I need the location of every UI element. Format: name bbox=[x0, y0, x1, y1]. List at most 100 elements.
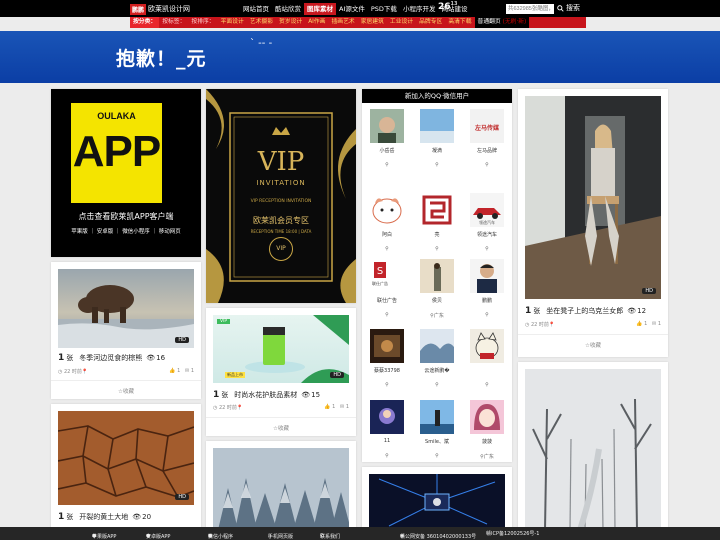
location-pin-icon: ⚲ bbox=[485, 312, 489, 318]
location-pin-icon: ⚲ bbox=[385, 453, 389, 459]
app-platform-links[interactable]: 苹果版 ｜ 安卓版 ｜ 微信小程序 ｜ 移动网页 bbox=[51, 227, 201, 235]
collect-button[interactable]: ☆收藏 bbox=[206, 417, 356, 432]
avatar bbox=[370, 329, 404, 363]
filter-by-sort[interactable]: 按排序： bbox=[188, 17, 217, 28]
nav-home[interactable]: 网站首页 bbox=[240, 3, 272, 15]
image-winter-trees[interactable] bbox=[525, 369, 661, 530]
image-chip[interactable] bbox=[369, 474, 505, 530]
nav-ai-files[interactable]: AI源文件 bbox=[336, 3, 368, 15]
comments-count: 1 bbox=[190, 368, 194, 374]
avatar bbox=[420, 193, 454, 227]
category-new-year[interactable]: 贺岁设计 bbox=[276, 17, 305, 28]
category-graphic-design[interactable]: 平面设计 bbox=[218, 17, 247, 28]
vip-invitation: INVITATION bbox=[256, 179, 306, 187]
category-architecture[interactable]: 家居建筑 bbox=[358, 17, 387, 28]
vip-word: VIP bbox=[257, 147, 305, 177]
avatar bbox=[420, 329, 454, 363]
user-item[interactable]: 凝滴 ⚲ bbox=[412, 106, 462, 190]
card-title[interactable]: 冬季河边觅食的棕熊 bbox=[79, 353, 142, 363]
location-text: 广东 bbox=[483, 454, 494, 460]
footer-ios-label: 苹果版APP bbox=[92, 534, 117, 540]
user-name: 凝滴 bbox=[431, 148, 442, 154]
logo-mark: 鹏鹏 bbox=[130, 3, 147, 15]
image-card-chip[interactable] bbox=[362, 467, 512, 530]
vip-background bbox=[206, 89, 356, 303]
view-count: 12 bbox=[637, 307, 647, 315]
image-card-earth[interactable]: HD 1张 开裂的黄土大地 👁 20 bbox=[51, 404, 201, 530]
image-card-bear[interactable]: HD 1 张 冬季河边觅食的棕熊 👁 16 ◷ 22 时前📍 👍 1 ✉ 1 ☆收藏 bbox=[51, 262, 201, 399]
eye-icon: 👁 bbox=[627, 307, 637, 315]
filter-by-tag[interactable]: 按标签： bbox=[159, 17, 188, 28]
card-title[interactable]: 开裂的黄土大地 bbox=[79, 512, 128, 522]
category-hd-download[interactable]: 高清下载 bbox=[445, 17, 474, 28]
category-industrial[interactable]: 工业设计 bbox=[387, 17, 416, 28]
search-input[interactable] bbox=[506, 4, 554, 14]
post-time: ◷ 22 时前📍 bbox=[525, 322, 556, 328]
image-earth[interactable]: HD bbox=[58, 411, 194, 505]
nav-gallery[interactable]: 图库素材 bbox=[304, 3, 336, 15]
location-pin-icon: ⚲ bbox=[485, 246, 489, 252]
image-bear[interactable]: HD bbox=[58, 269, 194, 348]
card-title[interactable]: 坐在凳子上的乌克兰女郎 bbox=[546, 306, 623, 316]
location-pin-icon: ⚲ bbox=[385, 382, 389, 388]
site-logo[interactable]: 鹏鹏 欧莱凯设计网 bbox=[130, 3, 191, 15]
user-name: 11 bbox=[383, 438, 391, 444]
search-button[interactable]: 搜索 bbox=[557, 3, 580, 13]
category-illustration[interactable]: 插画艺术 bbox=[329, 17, 358, 28]
nav-psd[interactable]: PSD下载 bbox=[368, 3, 400, 15]
count-unit: 张 bbox=[66, 354, 74, 362]
category-ai-art[interactable]: AI作画 bbox=[305, 17, 328, 28]
woman-photo bbox=[525, 96, 661, 299]
user-name: 左马品牌 bbox=[476, 148, 497, 154]
nav-sites[interactable]: 酷站欣赏 bbox=[272, 3, 304, 15]
search-icon bbox=[557, 4, 564, 12]
user-item[interactable]: 小岳岳 ⚲ bbox=[362, 106, 412, 190]
vip-card[interactable]: VIP INVITATION VIP RECEPTION INVITATION … bbox=[206, 89, 356, 303]
avatar-photo bbox=[420, 329, 454, 363]
user-name: 鹏鹏 bbox=[481, 298, 492, 304]
location-pin-icon: ⚲ bbox=[435, 246, 439, 252]
image-card-woman[interactable]: HD 1张 坐在凳子上的乌克兰女郎 👁 12 ◷ 22 时前📍 👍 1 ✉ 1 ☆… bbox=[518, 89, 668, 357]
avatar bbox=[370, 109, 404, 143]
image-forest[interactable] bbox=[213, 448, 349, 530]
image-woman[interactable]: HD bbox=[525, 96, 661, 299]
pagination-mode[interactable]: 普通翻页 (无刷·新) bbox=[474, 17, 530, 28]
user-name: Smile、斌 bbox=[425, 439, 449, 445]
image-count: 1 bbox=[213, 390, 220, 400]
date-counter: 2613 bbox=[438, 1, 458, 12]
app-promo-card[interactable]: OULAKA APP 点击查看欧莱凯APP客户端 苹果版 ｜ 安卓版 ｜ 微信小… bbox=[51, 89, 201, 257]
avatar-photo bbox=[370, 400, 404, 434]
view-count: 16 bbox=[156, 354, 166, 362]
avatar-photo bbox=[370, 329, 404, 363]
avatar-photo bbox=[420, 400, 454, 434]
time-text: 22 时前 bbox=[530, 322, 549, 328]
image-skincare[interactable]: VIP 新品上市 HD bbox=[213, 315, 349, 383]
winter-photo bbox=[525, 369, 661, 530]
avatar-photo bbox=[470, 259, 504, 293]
user-name: 菠菠 bbox=[481, 439, 492, 445]
image-card-winter-trees[interactable] bbox=[518, 362, 668, 530]
filter-by-category[interactable]: 按分类： bbox=[130, 17, 160, 28]
nav-miniprogram[interactable]: 小程序开发 bbox=[400, 3, 439, 15]
avatar bbox=[370, 400, 404, 434]
user-item[interactable]: 左马传媒 左马品牌 ⚲ bbox=[462, 106, 512, 190]
collect-button[interactable]: ☆收藏 bbox=[51, 380, 201, 395]
banner: 抱歉！_元 ` -- - bbox=[0, 31, 720, 83]
footer-icp[interactable]: 赣ICP备12002526号-1 bbox=[486, 530, 539, 537]
category-brand[interactable]: 品牌专区 bbox=[416, 17, 445, 28]
card-title[interactable]: 时尚水花护肤品素材 bbox=[234, 390, 297, 400]
image-card-forest[interactable] bbox=[206, 441, 356, 530]
avatar-seal bbox=[422, 195, 452, 225]
footer-wechat-label: 微信小程序 bbox=[208, 534, 234, 540]
card-meta: ◷ 22 时前📍 👍 1 ✉ 1 bbox=[58, 368, 194, 376]
avatar bbox=[470, 329, 504, 363]
post-time: ◷ 22 时前📍 bbox=[58, 369, 89, 375]
comments-count: 1 bbox=[345, 404, 349, 410]
logo-text: 欧莱凯设计网 bbox=[148, 5, 191, 13]
collect-button[interactable]: ☆收藏 bbox=[518, 334, 668, 349]
image-card-skincare[interactable]: VIP 新品上市 HD 1张 时尚水花护肤品素材 👁 15 ◷ 22 时前📍 👍 … bbox=[206, 308, 356, 436]
vip-title: 欧莱凯会员专区 bbox=[253, 216, 309, 225]
eye-icon: 👁 bbox=[146, 354, 156, 362]
avatar-logo-text: 联仕广告 bbox=[372, 281, 388, 286]
category-photography[interactable]: 艺术摄影 bbox=[247, 17, 276, 28]
